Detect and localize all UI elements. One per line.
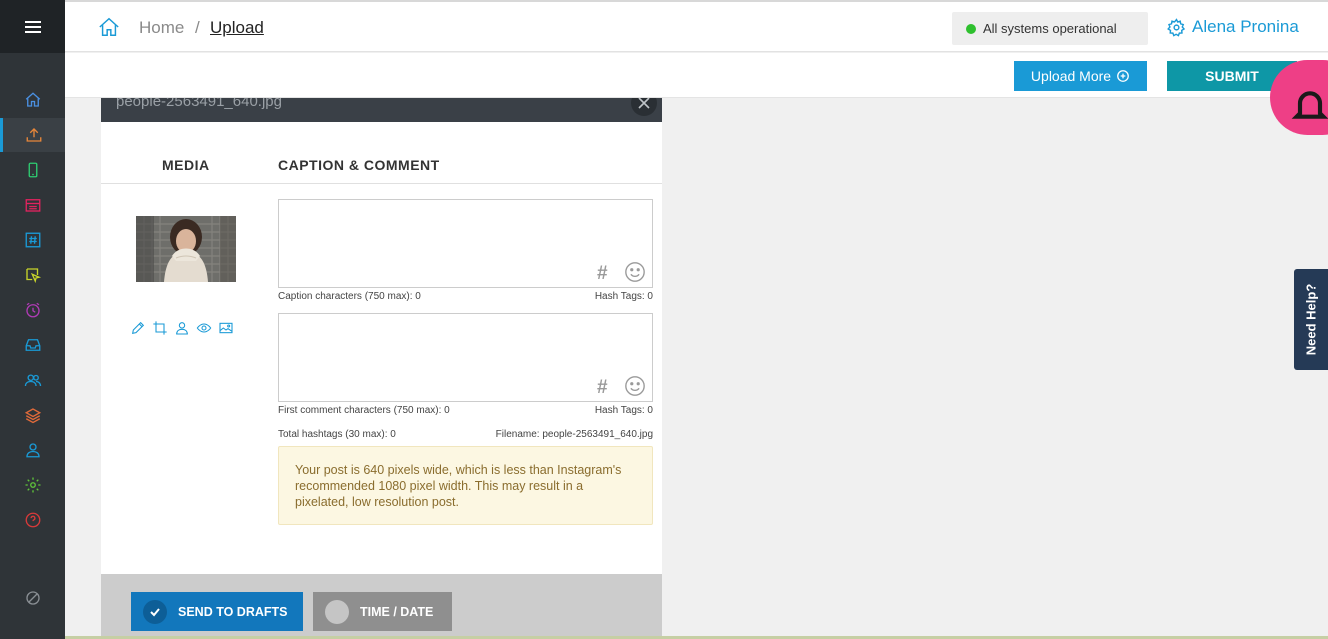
sidebar-item-home[interactable] (0, 83, 65, 117)
user-tag-icon[interactable] (174, 320, 190, 336)
caption-hashtag-count: Hash Tags: 0 (594, 291, 653, 302)
inbox-icon (25, 339, 40, 351)
panel-footer: SEND TO DRAFTS TIME / DATE (101, 574, 662, 639)
home-icon[interactable] (98, 16, 120, 38)
image-icon[interactable] (218, 320, 234, 336)
caption-column-header: CAPTION & COMMENT (278, 157, 440, 173)
layers-icon (24, 408, 41, 424)
time-date-button[interactable]: TIME / DATE (313, 592, 452, 631)
check-icon (143, 599, 167, 624)
gear-icon (25, 477, 40, 493)
sidebar-item-profile[interactable] (0, 433, 65, 467)
home-icon (25, 92, 40, 107)
media-column-header: MEDIA (162, 157, 210, 173)
panel-filename: people-2563491_640.jpg (116, 98, 282, 110)
upload-more-label: Upload More (1030, 68, 1112, 84)
send-to-drafts-button[interactable]: SEND TO DRAFTS (131, 592, 303, 631)
sidebar-item-inbox[interactable] (0, 328, 65, 362)
hamburger-icon (24, 20, 41, 33)
resolution-warning: Your post is 640 pixels wide, which is l… (278, 446, 653, 525)
filename-label: Filename: people-2563491_640.jpg (495, 429, 653, 440)
user-menu[interactable]: Alena Pronina (1167, 17, 1299, 37)
comment-emoji-icon[interactable] (624, 375, 646, 397)
cursor-icon (25, 268, 41, 284)
caption-emoji-icon[interactable] (624, 261, 646, 283)
caption-char-count: Caption characters (750 max): 0 (278, 291, 421, 302)
comment-char-count: First comment characters (750 max): 0 (278, 405, 450, 416)
upload-more-button[interactable]: Upload More (1014, 61, 1147, 91)
user-name: Alena Pronina (1192, 17, 1299, 36)
send-to-drafts-label: SEND TO DRAFTS (178, 604, 288, 619)
phone-icon (28, 162, 37, 178)
close-icon (638, 98, 650, 109)
total-hashtag-count: Total hashtags (30 max): 0 (278, 429, 396, 440)
media-tools (130, 320, 234, 336)
action-toolbar: Upload More SUBMIT (65, 53, 1328, 98)
sidebar (0, 0, 65, 639)
upload-post-panel: people-2563491_640.jpg MEDIA CAPTION & C… (101, 98, 662, 639)
sidebar-item-help[interactable] (0, 503, 65, 537)
comment-hashtag-count: Hash Tags: 0 (594, 405, 653, 416)
radio-circle-icon (325, 599, 349, 624)
hashtag-icon (25, 232, 40, 248)
plus-circle-icon (1117, 70, 1129, 82)
breadcrumb-upload[interactable]: Upload (210, 18, 264, 38)
close-button[interactable] (631, 98, 657, 116)
bell-icon (1291, 91, 1328, 119)
status-text: All systems operational (983, 21, 1117, 36)
sidebar-item-layers[interactable] (0, 398, 65, 432)
status-dot-icon (966, 23, 976, 34)
crop-icon[interactable] (152, 320, 168, 336)
calendar-icon (25, 199, 40, 212)
gear-icon (1167, 17, 1186, 37)
panel-header: people-2563491_640.jpg (101, 98, 662, 122)
sidebar-item-hashtags[interactable] (0, 223, 65, 257)
pencil-icon[interactable] (130, 320, 146, 336)
users-icon (24, 374, 41, 387)
breadcrumb-home[interactable]: Home (139, 18, 184, 38)
system-status-badge: All systems operational (952, 12, 1148, 45)
sidebar-item-team[interactable] (0, 363, 65, 397)
sidebar-item-settings[interactable] (0, 468, 65, 502)
sidebar-item-calendar[interactable] (0, 188, 65, 222)
menu-toggle-button[interactable] (0, 0, 65, 53)
need-help-label: Need Help? (1303, 283, 1319, 356)
upload-icon (26, 128, 42, 142)
need-help-tab[interactable]: Need Help? (1294, 269, 1328, 370)
help-icon (25, 512, 40, 528)
sidebar-item-mobile[interactable] (0, 153, 65, 187)
breadcrumb-separator: / (195, 18, 200, 37)
sidebar-item-upload[interactable] (0, 118, 65, 152)
user-icon (25, 443, 40, 458)
media-thumbnail[interactable] (136, 216, 236, 282)
sidebar-item-schedule[interactable] (0, 293, 65, 327)
block-icon (25, 591, 40, 605)
sidebar-item-block[interactable] (0, 581, 65, 615)
top-header: Home / Upload All systems operational Al… (65, 0, 1328, 52)
photo-thumbnail-image (136, 216, 236, 282)
time-date-label: TIME / DATE (360, 604, 434, 619)
sidebar-item-cursor[interactable] (0, 258, 65, 292)
eye-icon[interactable] (196, 320, 212, 336)
clock-icon (25, 302, 40, 318)
divider (101, 183, 662, 184)
